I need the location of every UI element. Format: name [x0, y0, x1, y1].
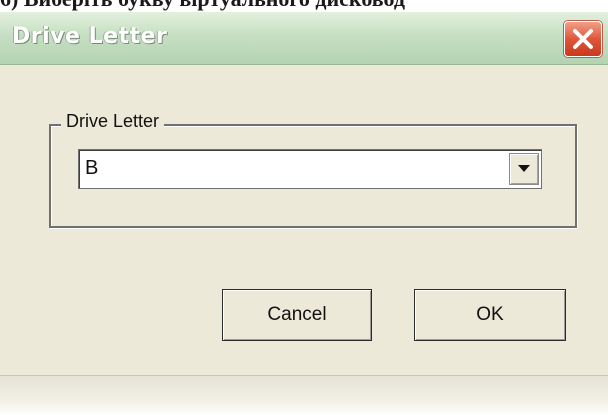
- drive-letter-selected-value: B: [85, 157, 99, 179]
- cancel-button[interactable]: Cancel: [222, 289, 372, 341]
- dialog-title: Drive Letter: [12, 24, 168, 49]
- close-icon: [573, 29, 593, 49]
- title-bar[interactable]: Drive Letter: [0, 12, 608, 65]
- dropdown-arrow-button[interactable]: [509, 153, 539, 185]
- screenshot: 6) Виберіть букву віртуального дисковод …: [0, 0, 608, 415]
- drive-letter-select[interactable]: B: [78, 149, 542, 189]
- groupbox-label: Drive Letter: [61, 109, 165, 133]
- close-button[interactable]: [564, 21, 602, 57]
- document-caption: 6) Виберіть букву віртуального дисковод: [0, 0, 608, 12]
- chevron-down-icon: [518, 165, 530, 172]
- drive-letter-dialog: Drive Letter Drive Letter B Cancel OK: [0, 12, 608, 415]
- status-bar: [0, 375, 608, 415]
- ok-button[interactable]: OK: [414, 289, 566, 341]
